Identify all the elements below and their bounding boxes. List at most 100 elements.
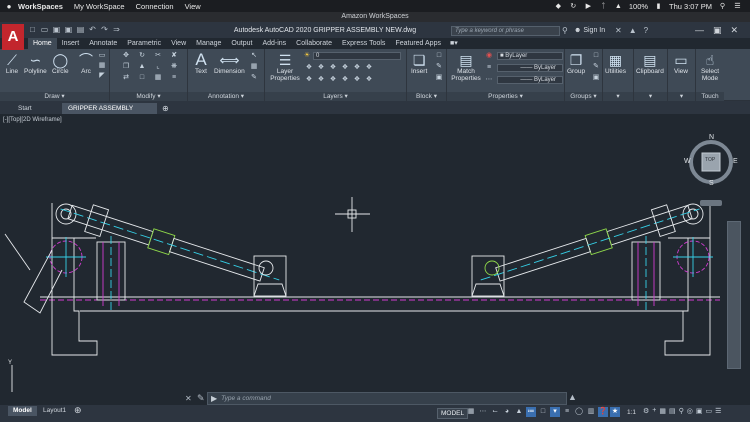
dropbox-icon[interactable]: ◆ [554,3,563,10]
group-edit-icon[interactable]: ✎ [592,63,600,71]
edit-attributes-icon[interactable]: ▣ [435,74,443,82]
lock-ui-icon[interactable]: ⚲ [679,407,684,415]
insert-tool[interactable]: ❏ Insert [411,52,427,76]
clean-screen-icon[interactable]: ▭ [706,407,713,415]
compass-east[interactable]: E [733,158,738,165]
layer-tool-7-icon[interactable]: ❖ [305,76,313,84]
spotlight-search-icon[interactable]: ⚲ [718,3,727,10]
compass-west[interactable]: W [684,158,691,165]
tab-parametric[interactable]: Parametric [122,38,166,49]
open-folder-icon[interactable]: ▭ [40,25,49,34]
line-tool[interactable]: ⟋ Line [4,52,20,76]
layer-tool-10-icon[interactable]: ❖ [341,76,349,84]
search-input[interactable]: Type a keyword or phrase [451,26,560,36]
arc-tool[interactable]: ⌒ Arc [78,52,94,75]
customization-icon[interactable]: ☰ [715,407,721,415]
battery-icon[interactable]: ▮ [654,3,663,10]
mirror-icon[interactable]: ▲ [138,63,146,71]
clock[interactable]: Thu 3:07 PM [669,2,712,11]
plot-icon[interactable]: ▤ [76,25,85,34]
layer-tool-3-icon[interactable]: ❖ [329,64,337,72]
menu-workspaces[interactable]: WorkSpaces [18,2,63,11]
lineweight-dropdown[interactable]: —— ByLayer [497,64,563,72]
compass-north[interactable]: N [709,134,714,141]
layer-dropdown[interactable]: 0 [313,52,401,60]
layer-tool-2-icon[interactable]: ❖ [317,64,325,72]
notification-center-icon[interactable]: ☰ [733,3,742,10]
new-file-icon[interactable]: □ [28,25,37,34]
tab-output[interactable]: Output [226,38,257,49]
drawing-tab[interactable]: GRIPPER ASSEMBLY NEW* ✕ [62,103,157,123]
tab-view[interactable]: View [166,38,191,49]
tab-express-tools[interactable]: Express Tools [337,38,390,49]
tab-annotate[interactable]: Annotate [84,38,122,49]
text-tool[interactable]: A Text [193,50,209,75]
table-icon[interactable]: ▦ [250,63,258,71]
annotation-scale[interactable]: 1:1 [627,409,636,416]
block-panel-label[interactable]: Block ▾ [407,92,446,101]
leader-icon[interactable]: ↖ [250,52,258,60]
autodesk-a360-icon[interactable]: ▲ [629,26,637,35]
workspace-switch-icon[interactable]: ⚙ [643,407,649,415]
viewcube[interactable]: TOP N S E W [683,134,739,190]
snap-icon[interactable]: ⋯ [478,407,488,417]
clipboard-panel-dropdown[interactable]: ▾ [634,92,667,101]
layer-properties-tool[interactable]: ☰ Layer Properties [269,52,301,83]
trim-icon[interactable]: ✂ [154,52,162,60]
navigation-bar[interactable] [727,221,741,369]
touch-panel-label[interactable]: Touch [696,92,724,101]
viewcube-top-face[interactable]: TOP [705,157,715,163]
modify-panel-label[interactable]: Modify ▾ [110,92,187,101]
sync-icon[interactable]: ↻ [569,3,578,10]
quick-properties-icon[interactable]: ▤ [669,407,676,415]
groups-panel-label[interactable]: Groups ▾ [565,92,602,101]
gradient-icon[interactable]: ◤ [98,72,106,80]
ungroup-icon[interactable]: □ [592,52,600,60]
auto-scale-icon[interactable]: ★ [610,407,620,417]
scale-icon[interactable]: □ [138,74,146,82]
tab-add-ins[interactable]: Add-ins [257,38,291,49]
offset-icon[interactable]: ≡ [170,74,178,82]
redo-icon[interactable]: ↷ [100,25,109,34]
tab-home[interactable]: Home [28,38,57,49]
compass-south[interactable]: S [709,180,714,187]
drawing-canvas[interactable]: Y X [0,114,750,392]
command-customize-icon[interactable]: ✎ [197,393,205,404]
dimension-tool[interactable]: ⟺ Dimension [214,52,245,76]
wifi-icon[interactable]: ▲ [614,3,623,10]
polyline-tool[interactable]: ∽ Polyline [24,52,47,76]
layer-tool-8-icon[interactable]: ❖ [317,76,325,84]
linetype-dropdown[interactable]: —— ByLayer [497,76,563,84]
command-line[interactable]: ▶ Type a command [207,392,567,405]
bluetooth-icon[interactable]: ᛏ [599,3,608,10]
ribbon-options-icon[interactable]: ■▾ [450,38,458,49]
view-panel-dropdown[interactable]: ▾ [668,92,695,101]
group-select-icon[interactable]: ▣ [592,74,600,82]
layer-tool-6-icon[interactable]: ❖ [365,64,373,72]
transparency-icon[interactable]: ◯ [574,407,584,417]
array-icon[interactable]: ▦ [154,74,162,82]
utilities-tool[interactable]: ▦ Utilities [605,52,626,76]
clipboard-tool[interactable]: ▤ Clipboard [636,52,664,76]
annotation-monitor-icon[interactable]: + [652,407,656,415]
units-icon[interactable]: ▦ [659,407,666,415]
rectangle-icon[interactable]: ▭ [98,52,106,60]
autocad-logo[interactable]: A [2,24,24,50]
menu-connection[interactable]: Connection [136,2,174,11]
draw-panel-label[interactable]: Draw ▾ [0,92,109,101]
copy-icon[interactable]: ❐ [122,63,130,71]
polar-icon[interactable]: ◕ [502,407,512,417]
color-dropdown[interactable]: ■ ByLayer [497,52,563,60]
circle-tool[interactable]: ◯ Circle [52,52,69,76]
menu-view[interactable]: View [185,2,201,11]
object-snap-tracking-icon[interactable]: ≔ [526,407,536,417]
view-tool[interactable]: ▭ View [673,52,689,76]
undo-icon[interactable]: ↶ [88,25,97,34]
command-line-close-icon[interactable]: ✕ [185,394,192,403]
hatch-icon[interactable]: ▦ [98,62,106,70]
layer-tool-11-icon[interactable]: ❖ [353,76,361,84]
save-as-icon[interactable]: ▣ [64,25,73,34]
object-snap-icon[interactable]: □ [538,407,548,417]
layer-tool-9-icon[interactable]: ❖ [329,76,337,84]
command-expand-icon[interactable]: ▲ [568,392,577,402]
